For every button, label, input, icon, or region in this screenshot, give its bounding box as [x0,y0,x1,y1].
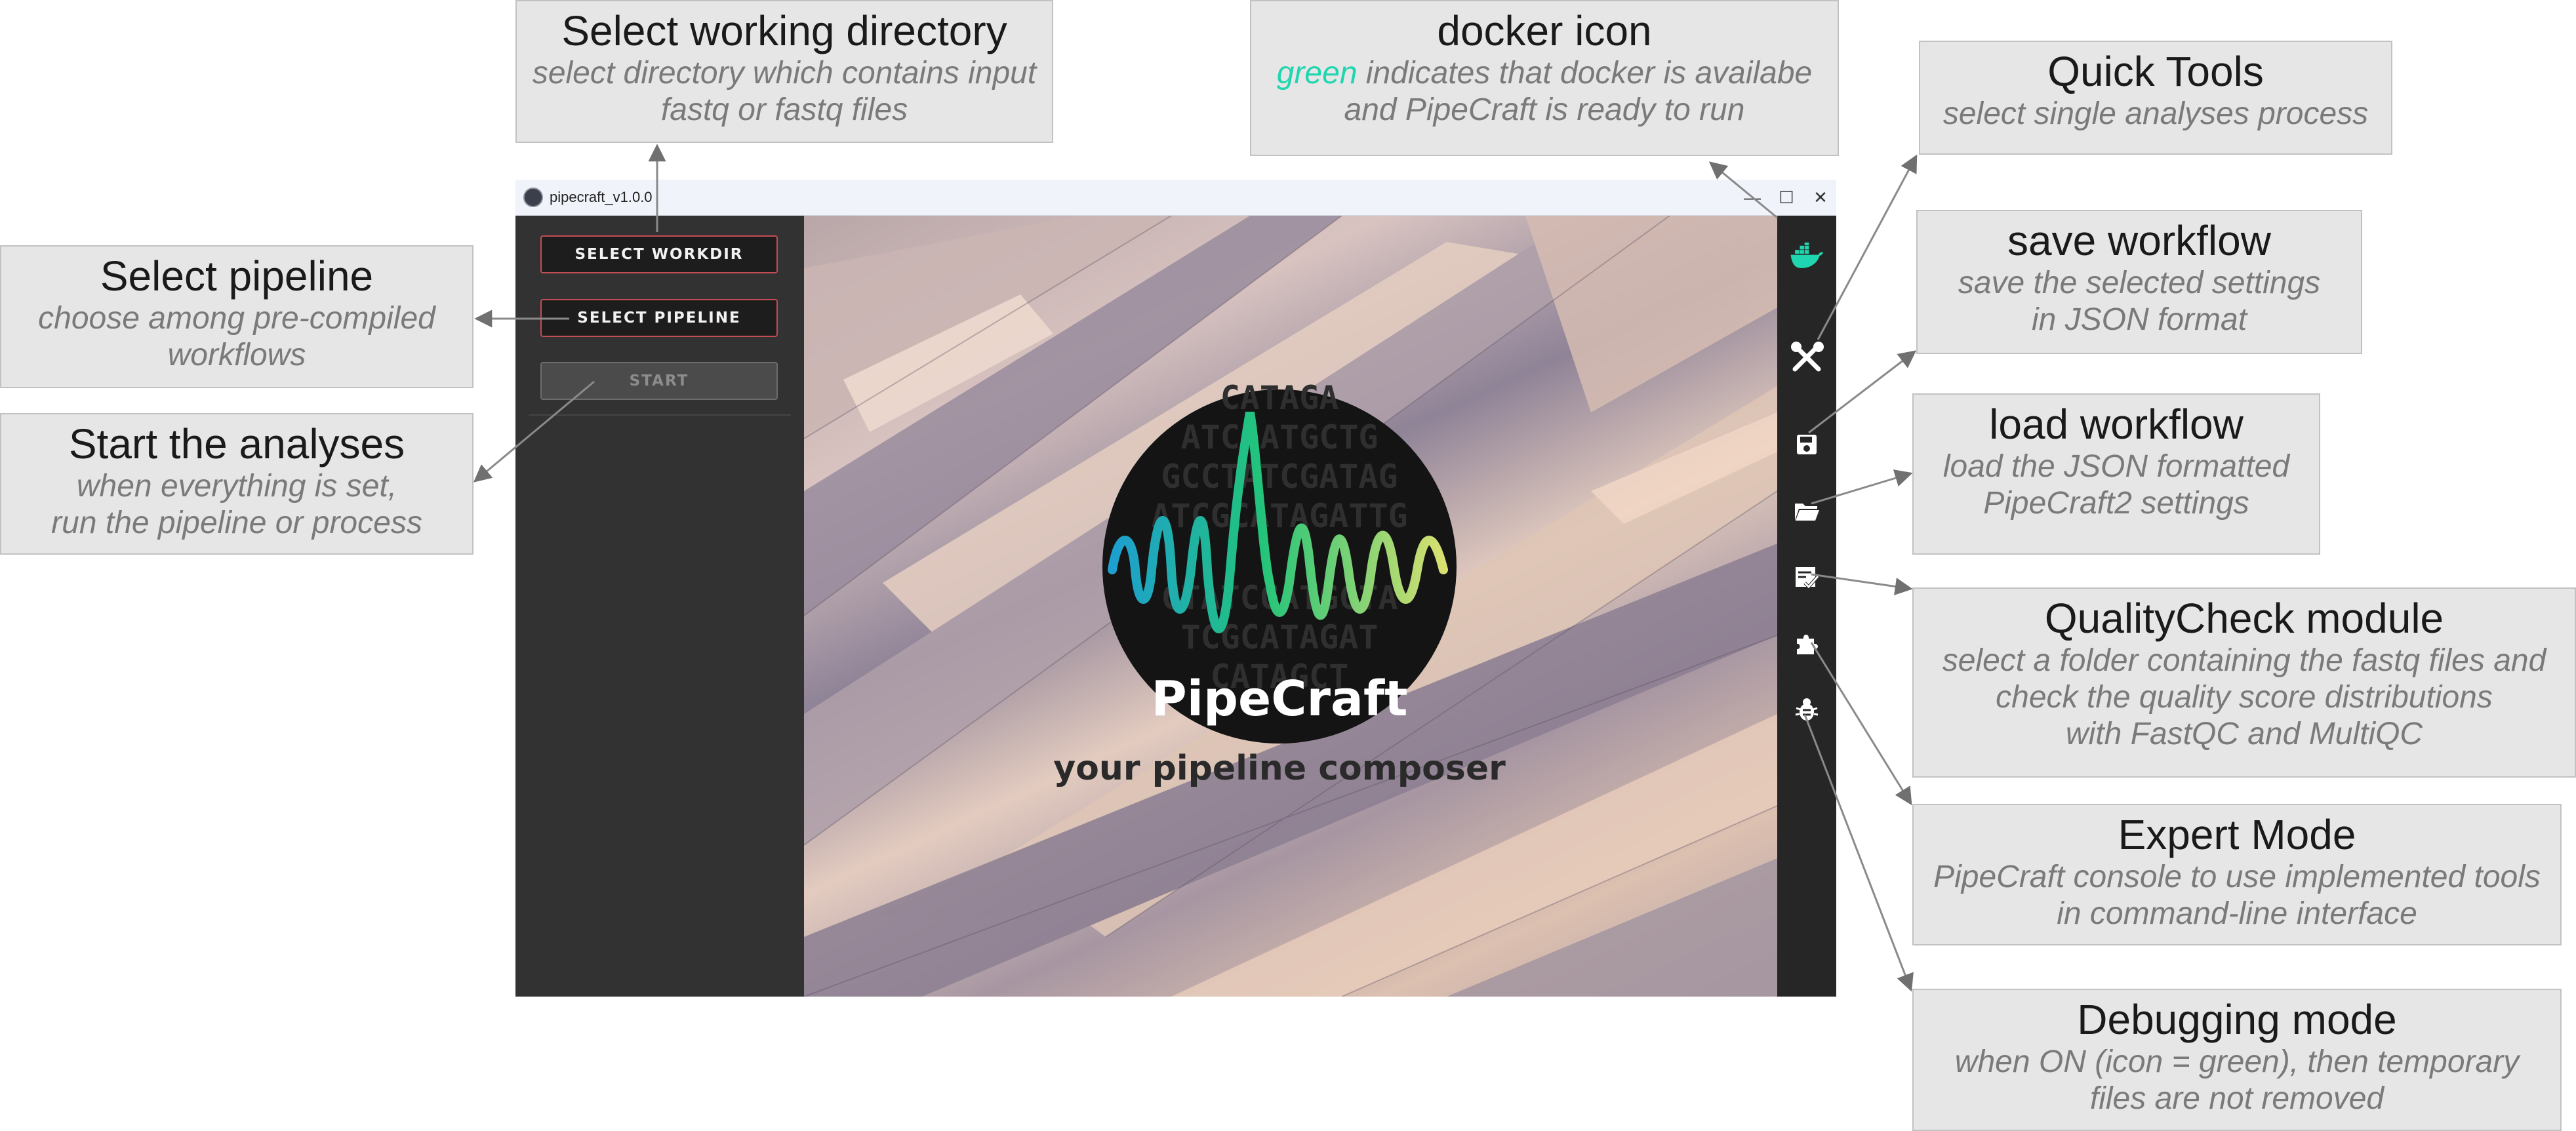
expert-mode-icon[interactable] [1790,626,1824,660]
annotation-title: save workflow [2007,217,2271,264]
annotation-select-pipeline: Select pipeline choose among pre-compile… [0,245,473,388]
annotation-desc: with FastQC and MultiQC [2065,717,2423,751]
minimize-button[interactable]: — [1738,184,1767,211]
annotation-title: Select pipeline [100,252,374,300]
annotation-desc: PipeCraft console to use implemented too… [1933,860,2541,894]
start-button[interactable]: START [540,362,778,400]
panel-divider [529,414,791,416]
annotation-docker: docker icon green indicates that docker … [1250,0,1839,156]
left-panel: SELECT WORKDIR SELECT PIPELINE START [515,216,804,997]
annotation-title: QualityCheck module [2044,595,2444,642]
debug-mode-icon[interactable] [1790,693,1824,727]
annotation-desc: load the JSON formatted [1942,449,2290,484]
select-workdir-button[interactable]: SELECT WORKDIR [540,235,778,273]
annotation-desc: green indicates that docker is availabe [1251,55,1838,92]
background-facade: CATAGA ATCGATGCTG GCCTATCGATAG ATCGCATAG… [804,216,1777,997]
app-icon [523,188,543,207]
load-workflow-icon[interactable] [1790,494,1824,528]
quality-check-icon[interactable] [1790,561,1824,595]
svg-text:CATAGA: CATAGA [1220,379,1339,417]
annotation-title: Expert Mode [2118,811,2356,858]
annotation-title: Start the analyses [68,420,405,467]
annotation-title: Debugging mode [2077,996,2397,1043]
annotation-desc: workflows [167,338,306,372]
annotation-desc: when everything is set, [76,469,397,504]
green-word: green [1276,56,1358,90]
annotation-desc: when ON (icon = green), then temporary [1954,1044,2520,1079]
close-button[interactable]: ✕ [1806,184,1835,211]
annotation-desc: save the selected settings [1958,266,2321,300]
annotation-start: Start the analyses when everything is se… [0,413,473,555]
annotation-desc: choose among pre-compiled [38,301,435,336]
annotation-quick-tools: Quick Tools select single analyses proce… [1919,41,2392,155]
annotation-desc: select directory which contains input [532,56,1037,90]
annotation-title: Select working directory [561,7,1007,54]
annotation-desc-rest: indicates that docker is availabe [1357,56,1813,90]
docker-icon[interactable] [1790,239,1824,273]
annotation-title: Quick Tools [2047,48,2264,95]
annotation-save-workflow: save workflow save the selected settings… [1916,210,2362,354]
annotation-desc: PipeCraft2 settings [1983,486,2249,521]
title-bar: pipecraft_v1.0.0 — ☐ ✕ [515,180,1836,216]
svg-text:GCCTATCGATAG: GCCTATCGATAG [1161,458,1398,496]
main-area: CATAGA ATCGATGCTG GCCTATCGATAG ATCGCATAG… [804,216,1777,997]
quick-tools-icon[interactable] [1790,340,1824,374]
annotation-debugging: Debugging mode when ON (icon = green), t… [1912,989,2562,1131]
annotation-title: load workflow [1989,401,2244,448]
annotation-desc: in JSON format [2031,302,2247,337]
window-title: pipecraft_v1.0.0 [550,189,653,205]
right-toolbar [1777,216,1836,997]
select-pipeline-button[interactable]: SELECT PIPELINE [540,299,778,337]
save-workflow-icon[interactable] [1790,427,1824,462]
svg-text:ATCGATGCTG: ATCGATGCTG [1180,418,1378,456]
annotation-desc: select single analyses process [1942,96,2369,131]
annotation-desc: run the pipeline or process [51,506,422,540]
logo-tagline: your pipeline composer [1053,749,1506,788]
annotation-expert-mode: Expert Mode PipeCraft console to use imp… [1912,804,2562,945]
annotation-title: docker icon [1437,7,1652,54]
annotation-desc: check the quality score distributions [1996,680,2493,715]
annotation-desc: select a folder containing the fastq fil… [1942,643,2546,678]
annotation-desc: in command-line interface [2057,896,2417,931]
annotation-select-workdir: Select working directory select director… [515,0,1053,143]
maximize-button[interactable]: ☐ [1772,184,1801,211]
annotation-load-workflow: load workflow load the JSON formatted Pi… [1912,393,2320,555]
annotation-quality-check: QualityCheck module select a folder cont… [1912,587,2576,778]
svg-text:ATCGCATAGATTG: ATCGCATAGATTG [1151,497,1407,535]
annotation-desc: files are not removed [2089,1081,2385,1116]
app-window: pipecraft_v1.0.0 — ☐ ✕ SELECT WORKDIR SE… [515,180,1836,997]
logo-name: PipeCraft [1151,671,1407,727]
annotation-desc: and PipeCraft is ready to run [1344,92,1745,127]
annotation-desc: fastq or fastq files [660,92,908,127]
svg-text:TCGCATAGAT: TCGCATAGAT [1180,618,1378,656]
